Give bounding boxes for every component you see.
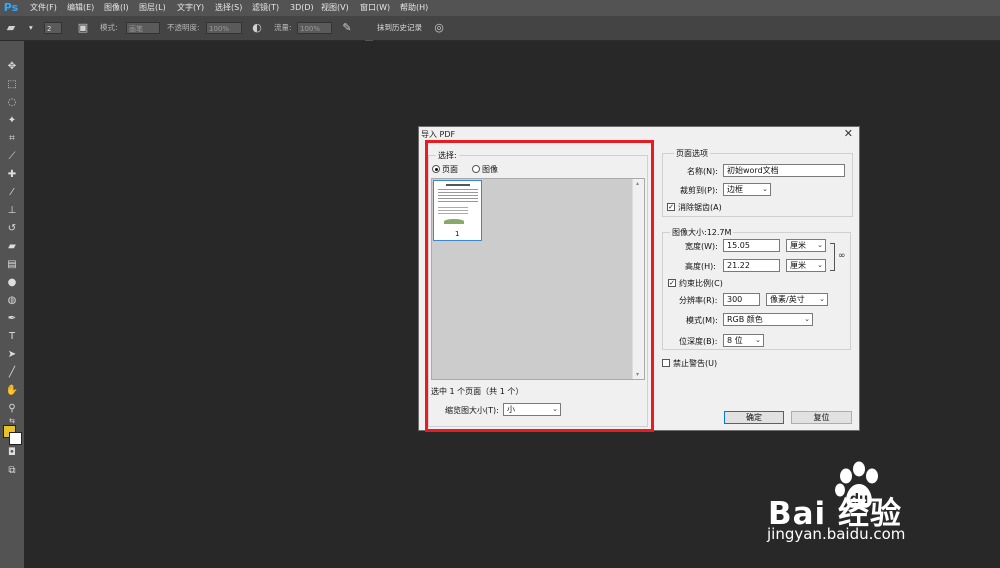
dialog-title: 导入 PDF xyxy=(421,130,456,139)
crop-to-label: 裁剪到(P): xyxy=(680,186,718,195)
magic-wand-tool-icon[interactable]: ✦ xyxy=(0,113,24,129)
suppress-warnings-checkbox[interactable] xyxy=(662,359,670,367)
menu-select[interactable]: 选择(S) xyxy=(215,0,242,16)
ok-button[interactable]: 确定 xyxy=(724,411,784,424)
name-input[interactable]: 初始word文档 xyxy=(723,164,845,177)
name-label: 名称(N): xyxy=(687,167,718,176)
crop-to-value: 边框 xyxy=(727,185,743,194)
options-bar: ▰ ▾ 2 ▣ 模式: 画笔 不透明度: 100% ◐ 流量: 100% ✎ 抹… xyxy=(0,16,1000,48)
menu-bar: Ps 文件(F) 编辑(E) 图像(I) 图层(L) 文字(Y) 选择(S) 滤… xyxy=(0,0,1000,16)
marquee-tool-icon[interactable]: ⬚ xyxy=(0,77,24,93)
eraser-tool-icon[interactable]: ▰ xyxy=(0,239,24,255)
menu-help[interactable]: 帮助(H) xyxy=(400,0,428,16)
brush-size-field[interactable]: 2 xyxy=(44,22,62,34)
menu-image[interactable]: 图像(I) xyxy=(104,0,129,16)
height-input[interactable]: 21.22 xyxy=(723,259,780,272)
menu-edit[interactable]: 编辑(E) xyxy=(67,0,94,16)
antialias-checkbox[interactable]: ✓ xyxy=(667,203,675,211)
resolution-unit-value: 像素/英寸 xyxy=(770,295,805,304)
line-tool-icon[interactable]: ╱ xyxy=(0,365,24,381)
menu-filter[interactable]: 滤镜(T) xyxy=(252,0,279,16)
history-brush-tool-icon[interactable]: ↺ xyxy=(0,221,24,237)
brush-panel-icon[interactable]: ▣ xyxy=(76,21,90,35)
bit-depth-label: 位深度(B): xyxy=(679,337,718,346)
tool-preset-arrow-icon[interactable]: ▾ xyxy=(29,16,33,40)
bit-depth-value: 8 位 xyxy=(727,336,743,345)
constrain-proportions-label[interactable]: 约束比例(C) xyxy=(679,278,723,289)
blur-tool-icon[interactable]: ● xyxy=(0,275,24,291)
width-unit-value: 厘米 xyxy=(790,241,806,250)
type-tool-icon[interactable]: T xyxy=(0,329,24,345)
background-color-swatch[interactable] xyxy=(9,432,22,445)
height-unit-select[interactable]: 厘米 ⌄ xyxy=(786,259,826,272)
menu-layer[interactable]: 图层(L) xyxy=(139,0,166,16)
height-unit-value: 厘米 xyxy=(790,261,806,270)
dodge-tool-icon[interactable]: ◍ xyxy=(0,293,24,309)
reset-button[interactable]: 复位 xyxy=(791,411,852,424)
mode-select[interactable]: 画笔 xyxy=(126,22,160,34)
menu-file[interactable]: 文件(F) xyxy=(30,0,57,16)
antialias-label[interactable]: 消除锯齿(A) xyxy=(678,202,722,213)
pressure-opacity-icon[interactable]: ◐ xyxy=(250,21,264,35)
resolution-label: 分辨率(R): xyxy=(679,296,718,305)
clone-stamp-tool-icon[interactable]: ⊥ xyxy=(0,203,24,219)
image-size-legend: 图像大小:12.7M xyxy=(670,227,734,238)
mode-select[interactable]: RGB 颜色 ⌄ xyxy=(723,313,813,326)
chevron-down-icon: ⌄ xyxy=(804,315,810,323)
flow-field[interactable]: 100% xyxy=(297,22,332,34)
flow-label: 流量: xyxy=(274,23,292,32)
bit-depth-select[interactable]: 8 位 ⌄ xyxy=(723,334,764,347)
chevron-down-icon: ⌄ xyxy=(762,185,768,193)
width-input[interactable]: 15.05 xyxy=(723,239,780,252)
airbrush-icon[interactable]: ✎ xyxy=(340,21,354,35)
path-selection-tool-icon[interactable]: ➤ xyxy=(0,347,24,363)
menu-window[interactable]: 窗口(W) xyxy=(360,0,390,16)
pressure-size-icon[interactable]: ◎ xyxy=(432,21,446,35)
quick-mask-icon[interactable]: ◘ xyxy=(0,445,24,461)
constrain-proportions-checkbox[interactable]: ✓ xyxy=(668,279,676,287)
pen-tool-icon[interactable]: ✒ xyxy=(0,311,24,327)
photoshop-logo: Ps xyxy=(3,1,19,14)
page-options-legend: 页面选项 xyxy=(674,148,710,159)
chain-link-icon: ∞ xyxy=(838,251,846,261)
eyedropper-tool-icon[interactable]: ⟋ xyxy=(0,149,24,165)
hand-tool-icon[interactable]: ✋ xyxy=(0,383,24,399)
opacity-label: 不透明度: xyxy=(167,23,200,32)
gradient-tool-icon[interactable]: ▤ xyxy=(0,257,24,273)
mode-value: RGB 颜色 xyxy=(727,315,763,324)
lasso-tool-icon[interactable]: ◌ xyxy=(0,95,24,111)
resolution-input[interactable]: 300 xyxy=(723,293,760,306)
crop-to-select[interactable]: 边框 ⌄ xyxy=(723,183,771,196)
eraser-icon[interactable]: ▰ xyxy=(4,21,18,35)
mode-label: 模式: xyxy=(100,23,118,32)
close-icon[interactable]: ✕ xyxy=(844,127,853,140)
chevron-down-icon: ⌄ xyxy=(755,336,761,344)
chevron-down-icon: ⌄ xyxy=(817,261,823,269)
menu-view[interactable]: 视图(V) xyxy=(321,0,349,16)
crop-tool-icon[interactable]: ⌗ xyxy=(0,131,24,147)
tools-panel: ✥ ⬚ ◌ ✦ ⌗ ⟋ ✚ ⁄ ⊥ ↺ ▰ ▤ ● ◍ ✒ T ➤ ╱ ✋ ⚲ … xyxy=(0,41,24,568)
healing-brush-tool-icon[interactable]: ✚ xyxy=(0,167,24,183)
suppress-warnings-label[interactable]: 禁止警告(U) xyxy=(673,358,717,369)
height-label: 高度(H): xyxy=(685,262,716,271)
erase-history-label: 抹到历史记录 xyxy=(377,23,422,32)
opacity-field[interactable]: 100% xyxy=(206,22,242,34)
chevron-down-icon: ⌄ xyxy=(817,241,823,249)
resolution-unit-select[interactable]: 像素/英寸 ⌄ xyxy=(766,293,828,306)
watermark-url: jingyan.baidu.com xyxy=(767,525,906,543)
width-unit-select[interactable]: 厘米 ⌄ xyxy=(786,239,826,252)
mode-label: 模式(M): xyxy=(686,316,718,325)
menu-type[interactable]: 文字(Y) xyxy=(177,0,204,16)
highlight-annotation-box xyxy=(425,140,654,432)
width-label: 宽度(W): xyxy=(685,242,718,251)
menu-3d[interactable]: 3D(D) xyxy=(290,0,314,16)
brush-tool-icon[interactable]: ⁄ xyxy=(0,185,24,201)
screen-mode-icon[interactable]: ⧉ xyxy=(0,463,24,479)
constrain-bracket xyxy=(830,243,835,271)
move-tool-icon[interactable]: ✥ xyxy=(0,59,24,75)
chevron-down-icon: ⌄ xyxy=(819,295,825,303)
